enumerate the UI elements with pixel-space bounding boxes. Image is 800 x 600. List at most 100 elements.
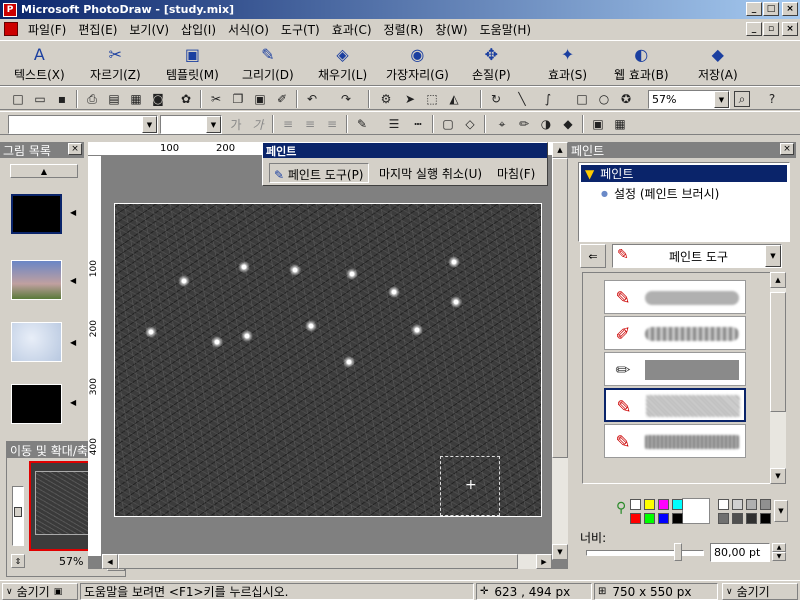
- doc-minimize-button[interactable]: _: [746, 22, 762, 36]
- templates-button[interactable]: ▣ 템플릿(M): [166, 43, 219, 85]
- doc-close-button[interactable]: ×: [782, 22, 798, 36]
- cut-icon[interactable]: ✂: [208, 91, 224, 107]
- points-edit-icon[interactable]: ⌖: [494, 116, 510, 132]
- font-combo[interactable]: ▼: [8, 115, 158, 134]
- menu-view[interactable]: 보기(V): [123, 21, 175, 38]
- new-icon[interactable]: □: [10, 91, 26, 107]
- chevron-left-icon[interactable]: ◀: [70, 276, 76, 285]
- undo-icon[interactable]: ↶: [304, 91, 320, 107]
- width-slider-thumb[interactable]: [674, 543, 682, 561]
- 3d-icon[interactable]: ◇: [462, 116, 478, 132]
- thumbnail-snow[interactable]: [11, 322, 62, 362]
- close-icon[interactable]: ×: [68, 143, 82, 155]
- back-button[interactable]: ⇐: [580, 244, 606, 268]
- chevron-down-icon[interactable]: ▼: [142, 116, 157, 133]
- rotate-icon[interactable]: ↻: [488, 91, 504, 107]
- print-icon[interactable]: ⎙: [84, 91, 100, 107]
- palette-color-swatch[interactable]: [672, 499, 683, 510]
- touchup-button[interactable]: ✥ 손질(P): [472, 43, 511, 85]
- italic-icon[interactable]: 가: [250, 116, 266, 132]
- print-preview-icon[interactable]: ▤: [106, 91, 122, 107]
- group-icon[interactable]: ▣: [590, 116, 606, 132]
- color-icon[interactable]: ◑: [538, 116, 554, 132]
- menu-file[interactable]: 파일(F): [22, 21, 72, 38]
- paint-tool-button[interactable]: ✎ 페인트 도구(P): [269, 163, 369, 183]
- spin-down-icon[interactable]: ▼: [772, 552, 786, 561]
- close-icon[interactable]: ×: [780, 143, 794, 155]
- current-color-swatch[interactable]: [682, 498, 710, 524]
- minimize-button[interactable]: _: [746, 2, 762, 16]
- clipart-icon[interactable]: ✿: [178, 91, 194, 107]
- web-effects-button[interactable]: ◐ 웹 효과(B): [614, 43, 669, 85]
- brush-item-5[interactable]: ✎: [604, 424, 746, 458]
- line-color-icon[interactable]: ✎: [354, 116, 370, 132]
- text-button[interactable]: A 텍스트(X): [14, 43, 65, 85]
- gray-color-swatch[interactable]: [760, 513, 771, 524]
- gray-color-swatch[interactable]: [732, 499, 743, 510]
- gray-color-swatch[interactable]: [718, 499, 729, 510]
- camera-icon[interactable]: ◙: [150, 91, 166, 107]
- menu-window[interactable]: 창(W): [429, 21, 473, 38]
- pointer-settings-icon[interactable]: ⚙: [378, 91, 394, 107]
- palette-color-swatch[interactable]: [672, 513, 683, 524]
- dash-style-icon[interactable]: ┅: [410, 116, 426, 132]
- bold-icon[interactable]: 가: [228, 116, 244, 132]
- gray-color-swatch[interactable]: [746, 513, 757, 524]
- gray-color-swatch[interactable]: [760, 499, 771, 510]
- hide-right-button[interactable]: ∨ 숨기기: [722, 583, 798, 600]
- spin-up-icon[interactable]: ▲: [772, 543, 786, 552]
- hide-left-button[interactable]: ∨ 숨기기 ▣: [2, 583, 78, 600]
- brush-item-1[interactable]: ✎: [604, 280, 746, 314]
- fill-button[interactable]: ◈ 채우기(L): [318, 43, 367, 85]
- tree-item-paint[interactable]: ▼ 페인트: [581, 165, 787, 182]
- menu-help[interactable]: 도움말(H): [474, 21, 538, 38]
- crop-select-icon[interactable]: ⬚: [424, 91, 440, 107]
- save-button[interactable]: ◆ 저장(A): [698, 43, 738, 85]
- brush-list-scrollbar[interactable]: ▲ ▼: [770, 272, 786, 484]
- gray-color-swatch[interactable]: [746, 499, 757, 510]
- close-button[interactable]: ×: [782, 2, 798, 16]
- draw-button[interactable]: ✎ 그리기(D): [242, 43, 294, 85]
- zoom-slider[interactable]: [12, 486, 24, 546]
- menu-format[interactable]: 서식(O): [222, 21, 275, 38]
- menu-tools[interactable]: 도구(T): [275, 21, 326, 38]
- tag-icon[interactable]: ◆: [560, 116, 576, 132]
- thumbnail-black[interactable]: [11, 384, 62, 424]
- curve-icon[interactable]: ∫: [540, 91, 556, 107]
- paint-tool-select[interactable]: ✎ 페인트 도구 ▼: [612, 244, 782, 268]
- width-input[interactable]: 80,00 pt: [710, 543, 770, 562]
- scroll-up-button[interactable]: ▲: [10, 164, 78, 178]
- maximize-button[interactable]: □: [763, 2, 779, 16]
- help-icon[interactable]: ?: [764, 91, 780, 107]
- line-icon[interactable]: ╲: [514, 91, 530, 107]
- arrow-pointer-icon[interactable]: ➤: [402, 91, 418, 107]
- scan-icon[interactable]: ▦: [128, 91, 144, 107]
- cut-crop-button[interactable]: ✂ 자르기(Z): [90, 43, 141, 85]
- thumbnail-scene[interactable]: [11, 260, 62, 300]
- menu-arrange[interactable]: 정렬(R): [378, 21, 430, 38]
- shadow-icon[interactable]: ▢: [440, 116, 456, 132]
- gray-color-swatch[interactable]: [718, 513, 729, 524]
- menu-insert[interactable]: 삽입(I): [175, 21, 222, 38]
- align-right-icon[interactable]: ≡: [324, 116, 340, 132]
- ellipse-icon[interactable]: ○: [596, 91, 612, 107]
- vertical-scrollbar[interactable]: ▲ ▼: [552, 142, 568, 560]
- font-size-combo[interactable]: ▼: [160, 115, 222, 134]
- edge-button[interactable]: ◉ 가장자리(G): [386, 43, 449, 85]
- brush-edit-icon[interactable]: ✏: [516, 116, 532, 132]
- palette-color-swatch[interactable]: [630, 499, 641, 510]
- line-weight-icon[interactable]: ☰: [386, 116, 402, 132]
- palette-color-swatch[interactable]: [644, 499, 655, 510]
- eyedropper-icon[interactable]: ⚲: [616, 500, 626, 516]
- zoom-icon[interactable]: ⌕: [734, 91, 750, 107]
- palette-color-swatch[interactable]: [644, 513, 655, 524]
- autoshape-icon[interactable]: ✪: [618, 91, 634, 107]
- align-left-icon[interactable]: ≡: [280, 116, 296, 132]
- gray-color-swatch[interactable]: [732, 513, 743, 524]
- width-slider-track[interactable]: [586, 550, 704, 556]
- paste-icon[interactable]: ▣: [252, 91, 268, 107]
- undo-last-button[interactable]: 마지막 실행 취소(U): [375, 163, 486, 183]
- chevron-left-icon[interactable]: ◀: [70, 208, 76, 217]
- tree-item-settings[interactable]: ● 설정 (페인트 브러시): [601, 185, 719, 202]
- finish-button[interactable]: 마침(F): [493, 163, 539, 183]
